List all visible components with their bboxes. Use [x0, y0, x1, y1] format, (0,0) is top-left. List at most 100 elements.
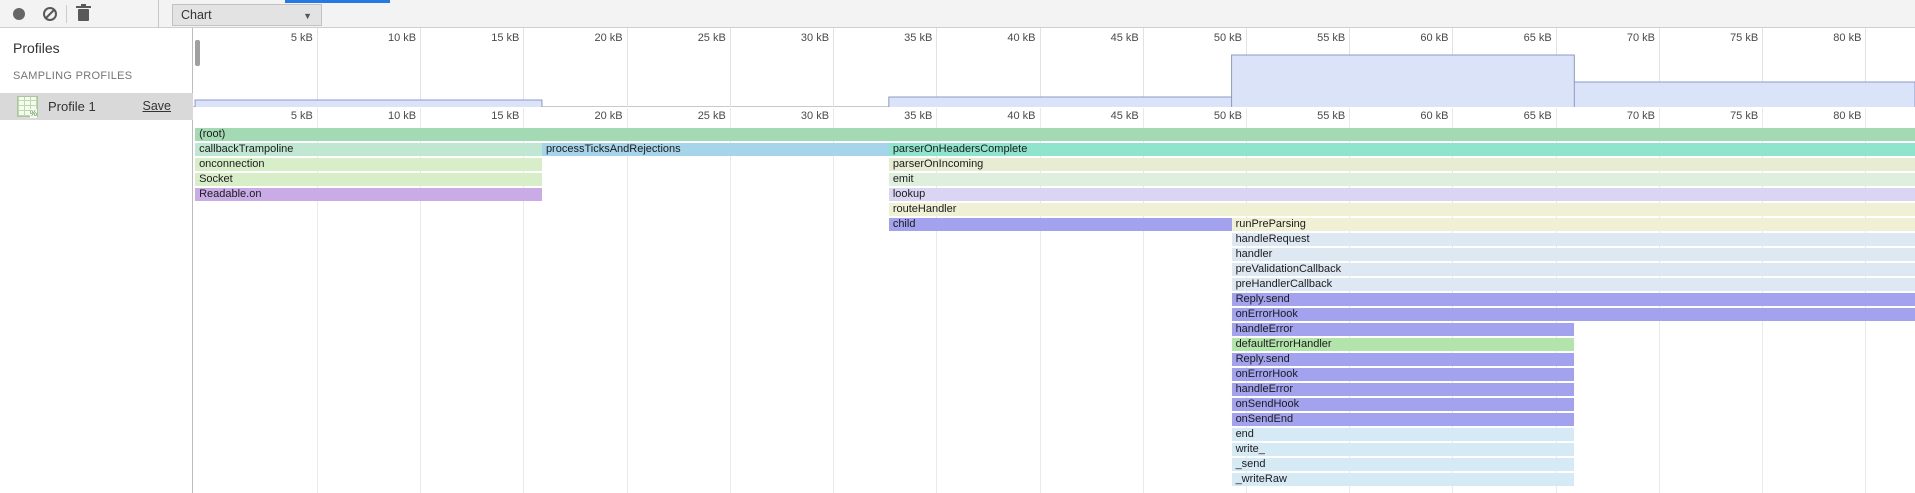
overview-area-chart[interactable] — [193, 28, 1915, 107]
flame-row: onSendHook — [193, 398, 1915, 411]
view-mode-value: Chart — [181, 8, 212, 22]
flame-bar-emit[interactable]: emit — [889, 173, 1915, 186]
flame-row: Readable.on lookup — [193, 188, 1915, 201]
flame-bar-handleError[interactable]: handleError — [1232, 383, 1575, 396]
record-icon[interactable] — [13, 8, 25, 20]
flame-bar-onErrorHook[interactable]: onErrorHook — [1232, 308, 1915, 321]
block-icon[interactable] — [43, 7, 57, 21]
flame-bar-handler[interactable]: handler — [1232, 248, 1915, 261]
overview-tick-label: 20 kB — [563, 32, 623, 44]
flame-bar-parserOnHeadersComplete[interactable]: parserOnHeadersComplete — [889, 143, 1915, 156]
flame-bar-Socket[interactable]: Socket — [195, 173, 542, 186]
flame-tick-label: 5 kB — [253, 110, 313, 122]
flame-row: handler — [193, 248, 1915, 261]
flame-row: _writeRaw — [193, 473, 1915, 486]
flame-tick-label: 75 kB — [1698, 110, 1758, 122]
flame-tick-label: 50 kB — [1182, 110, 1242, 122]
flame-row: _send — [193, 458, 1915, 471]
overview-tick-label: 75 kB — [1698, 32, 1758, 44]
profile-icon: % — [17, 96, 38, 117]
flame-bar-parserOnIncoming[interactable]: parserOnIncoming — [889, 158, 1915, 171]
flame-bar-onSendEnd[interactable]: onSendEnd — [1232, 413, 1575, 426]
flame-bar-processTicksAndRejections[interactable]: processTicksAndRejections — [542, 143, 889, 156]
overview-tick-label: 35 kB — [872, 32, 932, 44]
flame-bar-handleError[interactable]: handleError — [1232, 323, 1575, 336]
flame-row: Reply.send — [193, 353, 1915, 366]
flame-row: Reply.send — [193, 293, 1915, 306]
flame-tick-label: 25 kB — [666, 110, 726, 122]
flame-row: end — [193, 428, 1915, 441]
flame-bar-routeHandler[interactable]: routeHandler — [889, 203, 1915, 216]
flame-bar-handleRequest[interactable]: handleRequest — [1232, 233, 1915, 246]
chevron-down-icon: ▼ — [303, 6, 312, 26]
overview-tick-label: 60 kB — [1388, 32, 1448, 44]
flame-row: childrunPreParsing — [193, 218, 1915, 231]
flame-bar-root[interactable]: (root) — [195, 128, 1915, 141]
flame-row: routeHandler — [193, 203, 1915, 216]
flame-tick-label: 10 kB — [356, 110, 416, 122]
flame-row: handleError — [193, 383, 1915, 396]
overview-tick-label: 80 kB — [1801, 32, 1861, 44]
flame-bar-preValidationCallback[interactable]: preValidationCallback — [1232, 263, 1915, 276]
trash-icon[interactable] — [78, 9, 89, 21]
flame-tick-label: 35 kB — [872, 110, 932, 122]
flame-bar-Reply.send[interactable]: Reply.send — [1232, 293, 1915, 306]
flame-tick-label: 65 kB — [1492, 110, 1552, 122]
flame-bar-Reply.send[interactable]: Reply.send — [1232, 353, 1575, 366]
view-mode-select[interactable]: Chart ▼ — [172, 4, 322, 26]
flame-bar-defaultErrorHandler[interactable]: defaultErrorHandler — [1232, 338, 1575, 351]
flame-chart-pane: 5 kB5 kB10 kB10 kB15 kB15 kB20 kB20 kB25… — [193, 28, 1915, 493]
overview-tick-label: 30 kB — [769, 32, 829, 44]
flame-bar-preHandlerCallback[interactable]: preHandlerCallback — [1232, 278, 1915, 291]
overview-tick-label: 50 kB — [1182, 32, 1242, 44]
overview-tick-label: 45 kB — [1079, 32, 1139, 44]
sampling-profiles-section-label: SAMPLING PROFILES — [13, 70, 132, 82]
flame-row: onErrorHook — [193, 368, 1915, 381]
overview-tick-label: 5 kB — [253, 32, 313, 44]
flame-tick-label: 60 kB — [1388, 110, 1448, 122]
flame-row: preHandlerCallback — [193, 278, 1915, 291]
toolbar: Chart ▼ — [0, 0, 1915, 28]
flame-bar-write_[interactable]: write_ — [1232, 443, 1575, 456]
overview-tick-label: 25 kB — [666, 32, 726, 44]
overview-tick-label: 40 kB — [976, 32, 1036, 44]
flame-bar-callbackTrampoline[interactable]: callbackTrampoline — [195, 143, 542, 156]
overview-tick-label: 10 kB — [356, 32, 416, 44]
flame-bar-onSendHook[interactable]: onSendHook — [1232, 398, 1575, 411]
flame-row: onconnection parserOnIncoming — [193, 158, 1915, 171]
flame-tick-label: 20 kB — [563, 110, 623, 122]
overview-tick-label: 15 kB — [459, 32, 519, 44]
flame-row: handleError — [193, 323, 1915, 336]
percent-glyph: % — [30, 109, 37, 118]
profiles-heading: Profiles — [13, 40, 60, 56]
save-profile-link[interactable]: Save — [143, 99, 172, 113]
overview-tick-label: 55 kB — [1285, 32, 1345, 44]
flame-bar-lookup[interactable]: lookup — [889, 188, 1915, 201]
flame-bar-_send[interactable]: _send — [1232, 458, 1575, 471]
overview-tick-label: 70 kB — [1595, 32, 1655, 44]
flame-bar-child[interactable]: child — [889, 218, 1232, 231]
flame-tick-label: 80 kB — [1801, 110, 1861, 122]
flame-tick-label: 40 kB — [976, 110, 1036, 122]
flame-row: preValidationCallback — [193, 263, 1915, 276]
flame-tick-label: 55 kB — [1285, 110, 1345, 122]
allocation-overview[interactable] — [193, 28, 1915, 107]
flame-tick-label: 45 kB — [1079, 110, 1139, 122]
flame-row: onErrorHook — [193, 308, 1915, 321]
flame-bar-onconnection[interactable]: onconnection — [195, 158, 542, 171]
flame-bar-end[interactable]: end — [1232, 428, 1575, 441]
flame-bar-onErrorHook[interactable]: onErrorHook — [1232, 368, 1575, 381]
flame-bar-Readable.on[interactable]: Readable.on — [195, 188, 542, 201]
flame-tick-label: 70 kB — [1595, 110, 1655, 122]
chart-scrollbar-thumb[interactable] — [195, 40, 200, 66]
profile-name: Profile 1 — [48, 99, 96, 114]
flame-row: write_ — [193, 443, 1915, 456]
flame-bar-_writeRaw[interactable]: _writeRaw — [1232, 473, 1575, 486]
overview-tick-label: 65 kB — [1492, 32, 1552, 44]
flame-bar-runPreParsing[interactable]: runPreParsing — [1232, 218, 1915, 231]
flame-row: callbackTrampolineprocessTicksAndRejecti… — [193, 143, 1915, 156]
toolbar-divider — [158, 0, 159, 28]
flame-row: handleRequest — [193, 233, 1915, 246]
profile-list-item[interactable]: % Profile 1 Save — [0, 93, 193, 120]
flame-row: onSendEnd — [193, 413, 1915, 426]
